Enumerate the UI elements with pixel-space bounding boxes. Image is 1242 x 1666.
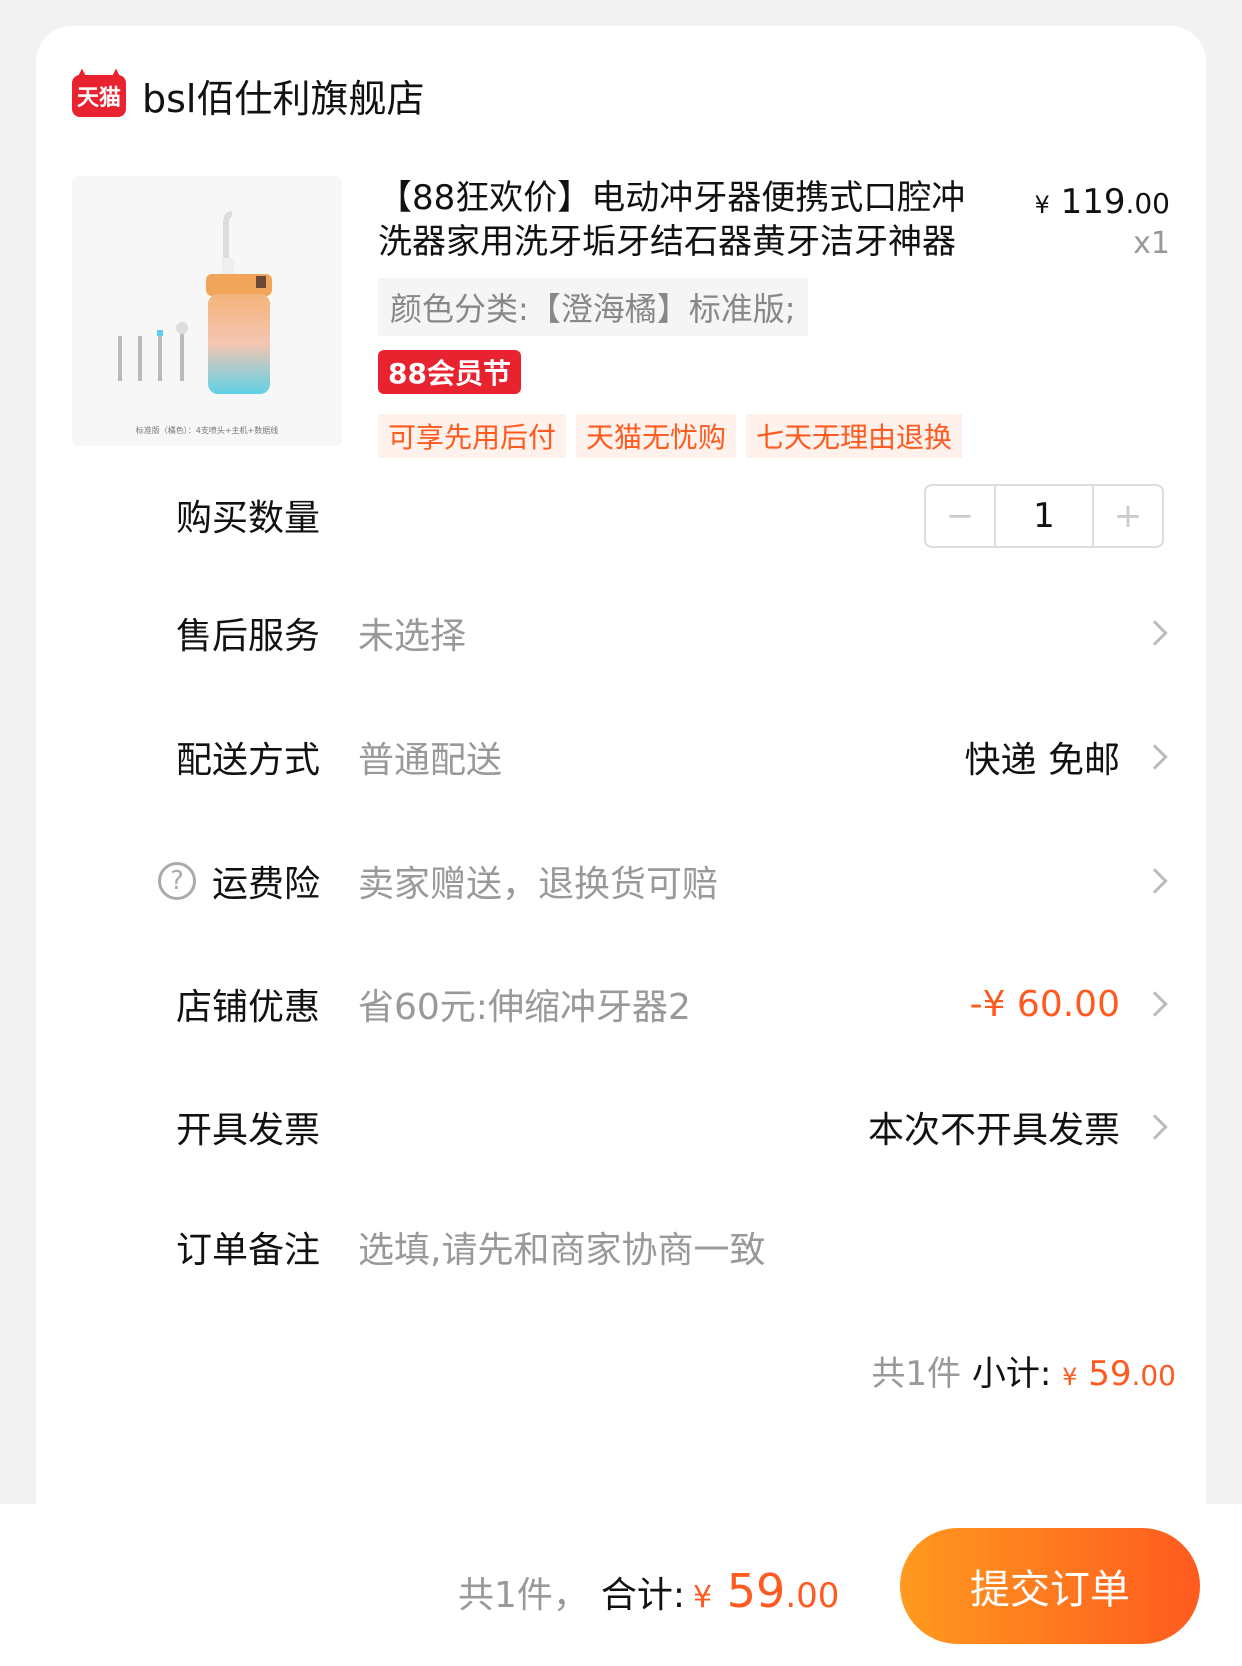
delivery-method: 快递 免邮 (964, 740, 1120, 781)
sku-label[interactable]: 颜色分类:【澄海橘】标准版; (378, 278, 808, 336)
checkout-bar: 共1件， 合计: ¥ 59.00 提交订单 (0, 1504, 1242, 1666)
total-symbol: ¥ (693, 1580, 713, 1615)
invoice-row[interactable]: 开具发票 本次不开具发票 (36, 1092, 1206, 1162)
tmall-logo-icon: 天猫 (72, 74, 126, 117)
increase-button[interactable]: + (1094, 486, 1162, 546)
subtotal-symbol: ¥ (1062, 1363, 1078, 1391)
subtotal-amount: ¥ 59.00 (1062, 1354, 1176, 1394)
invoice-value: 本次不开具发票 (867, 1110, 1120, 1151)
service-tag: 可享先用后付 (378, 414, 567, 458)
service-tag: 天猫无忧购 (576, 414, 737, 458)
shipping-insurance-row[interactable]: ? 运费险 卖家赠送，退换货可赔 (36, 846, 1206, 916)
after-sales-value: 未选择 (358, 616, 467, 657)
discount-value: 省60元:伸缩冲牙器2 (358, 987, 691, 1028)
insurance-value: 卖家赠送，退换货可赔 (358, 864, 719, 905)
after-sales-row[interactable]: 售后服务 未选择 (36, 598, 1206, 668)
insurance-label: 运费险 (212, 864, 321, 905)
after-sales-label: 售后服务 (176, 616, 321, 657)
quantity-value[interactable]: 1 (994, 486, 1094, 546)
shop-name[interactable]: bsl佰仕利旗舰店 (142, 68, 424, 123)
chevron-right-icon (1142, 868, 1168, 894)
decrease-button[interactable]: − (926, 486, 994, 546)
remark-row[interactable]: 订单备注 选填,请先和商家协商一致 (36, 1212, 1206, 1282)
chevron-right-icon (1142, 744, 1168, 770)
order-card: 天猫 bsl佰仕利旗舰店 标准版（橘色）：4支喷头+主机+数据线 【88狂欢价】… (36, 26, 1206, 1566)
chevron-right-icon (1142, 1114, 1168, 1140)
delivery-label: 配送方式 (176, 740, 321, 781)
service-tags: 可享先用后付 天猫无忧购 七天无理由退换 (378, 414, 963, 458)
product-image[interactable]: 标准版（橘色）：4支喷头+主机+数据线 (72, 176, 342, 446)
total-count: 共1件， (458, 1575, 589, 1616)
store-discount-row[interactable]: 店铺优惠 省60元:伸缩冲牙器2 -¥ 60.00 (36, 969, 1206, 1039)
total-label: 合计: (600, 1575, 686, 1616)
price-symbol: ¥ (1034, 191, 1050, 219)
product-quantity: x1 (1133, 226, 1170, 261)
service-tag: 七天无理由退换 (746, 414, 963, 458)
water-flosser-illustration (118, 211, 272, 394)
subtotal-decimal: .00 (1131, 1359, 1176, 1392)
total-info: 共1件， 合计: ¥ 59.00 (458, 1564, 839, 1618)
subtotal-count: 共1件 (871, 1354, 962, 1394)
submit-order-button[interactable]: 提交订单 (900, 1528, 1200, 1644)
invoice-label: 开具发票 (176, 1110, 321, 1151)
total-decimal: .00 (785, 1576, 840, 1616)
member-day-badge: 88会员节 (378, 350, 521, 394)
product-price: ¥ 119.00 (1034, 182, 1170, 222)
delivery-row[interactable]: 配送方式 普通配送 快递 免邮 (36, 722, 1206, 792)
quantity-label: 购买数量 (176, 498, 321, 539)
quantity-stepper[interactable]: − 1 + (924, 484, 1164, 548)
discount-label: 店铺优惠 (176, 987, 321, 1028)
product-title[interactable]: 【88狂欢价】电动冲牙器便携式口腔冲洗器家用洗牙垢牙结石器黄牙洁牙神器 (378, 176, 970, 264)
subtotal-label: 小计: (971, 1354, 1052, 1394)
shop-header[interactable]: 天猫 bsl佰仕利旗舰店 (72, 68, 424, 123)
total-amount: ¥ 59.00 (693, 1564, 839, 1618)
remark-label: 订单备注 (176, 1230, 321, 1271)
delivery-value: 普通配送 (358, 740, 503, 781)
total-integer: 59 (726, 1564, 786, 1618)
remark-input[interactable]: 选填,请先和商家协商一致 (358, 1221, 765, 1273)
image-caption: 标准版（橘色）：4支喷头+主机+数据线 (135, 426, 279, 435)
help-icon[interactable]: ? (158, 862, 196, 900)
chevron-right-icon (1142, 620, 1168, 646)
price-decimal: .00 (1125, 187, 1170, 220)
subtotal: 共1件 小计: ¥ 59.00 (871, 1346, 1176, 1395)
price-integer: 119 (1060, 182, 1126, 222)
chevron-right-icon (1142, 991, 1168, 1017)
subtotal-integer: 59 (1088, 1354, 1132, 1394)
discount-amount: -¥ 60.00 (969, 983, 1120, 1025)
